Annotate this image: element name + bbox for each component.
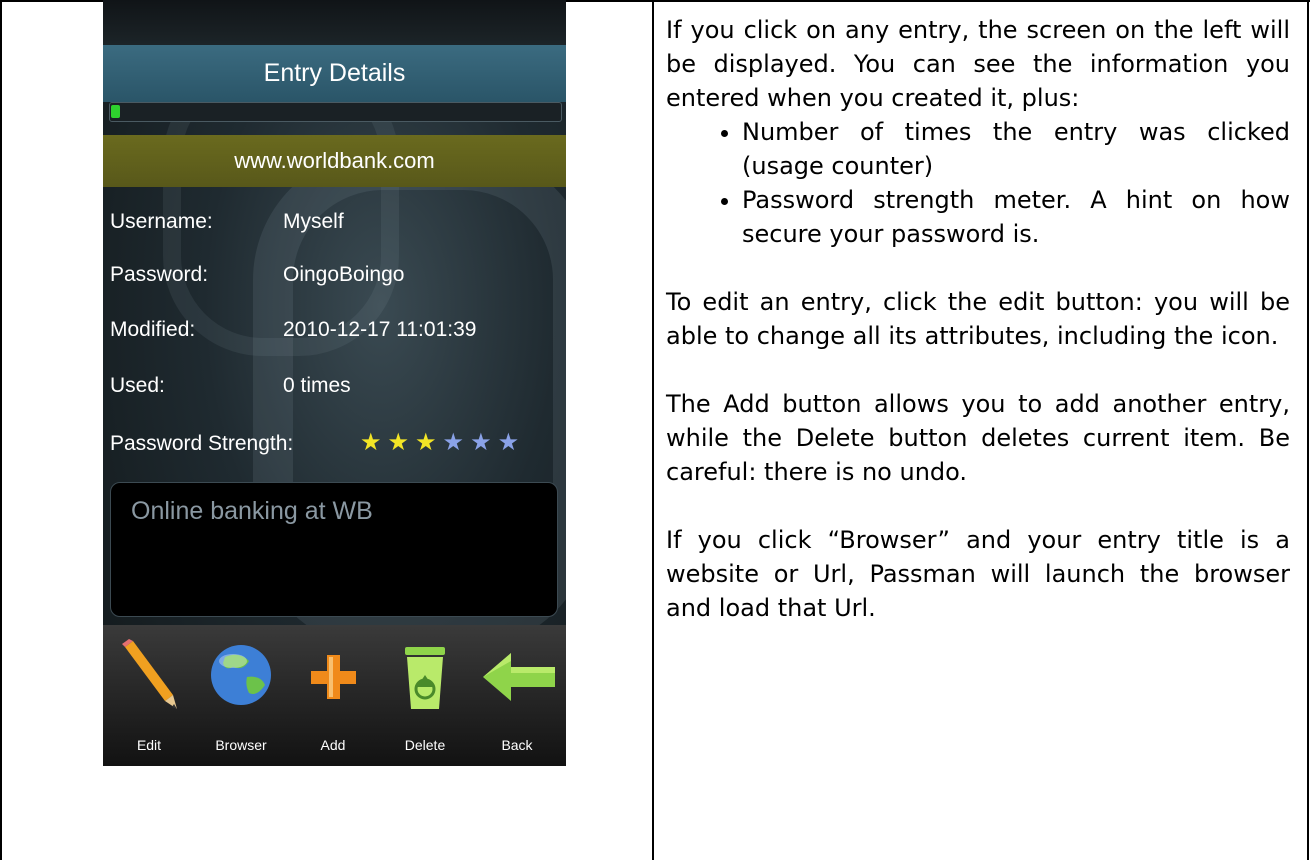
- globe-icon: [211, 645, 271, 705]
- star-empty-icon: ★: [442, 429, 471, 456]
- notes-box[interactable]: Online banking at WB: [110, 482, 558, 617]
- password-value: OingoBoingo: [283, 263, 405, 286]
- star-filled-icon: ★: [415, 429, 443, 456]
- entry-title-bar[interactable]: www.worldbank.com: [103, 135, 566, 187]
- browser-paragraph: If you click “Browser” and your entry ti…: [666, 526, 1290, 622]
- password-strength-label: Password Strength:: [110, 432, 294, 455]
- edit-paragraph: To edit an entry, click the edit button:…: [666, 288, 1290, 350]
- browser-label: Browser: [215, 737, 267, 753]
- username-label: Username:: [110, 210, 213, 233]
- star-empty-icon: ★: [497, 429, 526, 456]
- add-delete-paragraph: The Add button allows you to add another…: [666, 390, 1290, 486]
- add-label: Add: [320, 737, 346, 753]
- bottom-toolbar: Edit Browser Add Delete Back: [103, 625, 566, 766]
- table-border-left: [0, 0, 2, 860]
- table-border-right: [1307, 0, 1309, 860]
- recycle-bin-icon: [405, 647, 445, 709]
- explanation-text: If you click on any entry, the screen on…: [666, 13, 1290, 625]
- password-strength-progress: [109, 102, 562, 122]
- list-item: Password strength meter. A hint on how s…: [742, 183, 1290, 251]
- back-button[interactable]: Back: [471, 625, 563, 766]
- delete-button[interactable]: Delete: [379, 625, 471, 766]
- star-filled-icon: ★: [387, 429, 416, 456]
- table-column-divider: [652, 0, 654, 860]
- screen-title: Entry Details: [263, 59, 406, 87]
- password-strength-stars: ★★★★★★: [360, 428, 525, 457]
- entry-url: www.worldbank.com: [234, 148, 435, 173]
- delete-label: Delete: [404, 737, 446, 753]
- browser-button[interactable]: Browser: [195, 625, 287, 766]
- edit-label: Edit: [136, 737, 162, 753]
- plus-icon: [311, 655, 356, 699]
- used-value: 0 times: [283, 374, 351, 397]
- phone-screenshot: Entry Details www.worldbank.com Username…: [103, 0, 566, 766]
- edit-button[interactable]: Edit: [103, 625, 195, 766]
- list-item: Number of times the entry was clicked (u…: [742, 115, 1290, 183]
- add-button[interactable]: Add: [287, 625, 379, 766]
- feature-list: Number of times the entry was clicked (u…: [666, 115, 1290, 251]
- title-bar: Entry Details: [103, 45, 566, 102]
- back-arrow-icon: [483, 653, 555, 701]
- modified-label: Modified:: [110, 318, 196, 341]
- modified-value: 2010-12-17 11:01:39: [283, 318, 477, 341]
- password-label: Password:: [110, 263, 209, 286]
- intro-paragraph: If you click on any entry, the screen on…: [666, 16, 1290, 112]
- star-filled-icon: ★: [360, 429, 388, 456]
- username-value: Myself: [283, 210, 344, 233]
- pencil-icon: [122, 639, 177, 709]
- used-label: Used:: [110, 374, 165, 397]
- star-empty-icon: ★: [470, 429, 498, 456]
- notes-text: Online banking at WB: [131, 497, 373, 525]
- back-label: Back: [501, 737, 533, 753]
- progress-fill: [111, 105, 120, 118]
